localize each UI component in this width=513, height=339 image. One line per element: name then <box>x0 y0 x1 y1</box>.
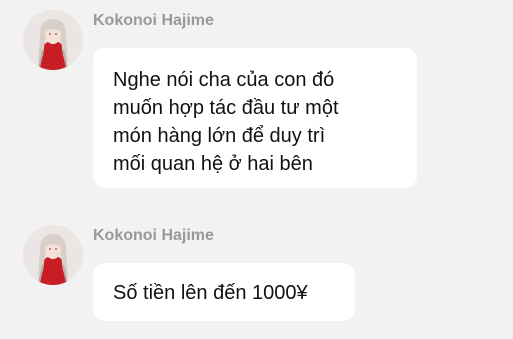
message-bubble[interactable]: Nghe nói cha của con đó muốn hợp tác đầu… <box>93 48 417 188</box>
avatar[interactable] <box>23 225 83 285</box>
chat-message: Kokonoi Hajime Nghe nói cha của con đó m… <box>0 0 513 200</box>
message-text-line: Nghe nói cha của con đó <box>113 69 335 91</box>
message-text-line: món hàng lớn để duy trì <box>113 125 326 147</box>
message-text-line: mối quan hệ ở hai bên <box>113 153 313 175</box>
character-portrait-icon <box>23 225 83 285</box>
chat-message: Kokonoi Hajime Số tiền lên đến 1000¥ <box>0 215 513 339</box>
message-text-line: muốn hợp tác đầu tư một <box>113 97 339 119</box>
message-bubble[interactable]: Số tiền lên đến 1000¥ <box>93 263 355 321</box>
avatar[interactable] <box>23 10 83 70</box>
message-text-line: Số tiền lên đến 1000¥ <box>113 282 308 304</box>
sender-name: Kokonoi Hajime <box>93 12 214 29</box>
sender-name: Kokonoi Hajime <box>93 227 214 244</box>
character-portrait-icon <box>23 10 83 70</box>
